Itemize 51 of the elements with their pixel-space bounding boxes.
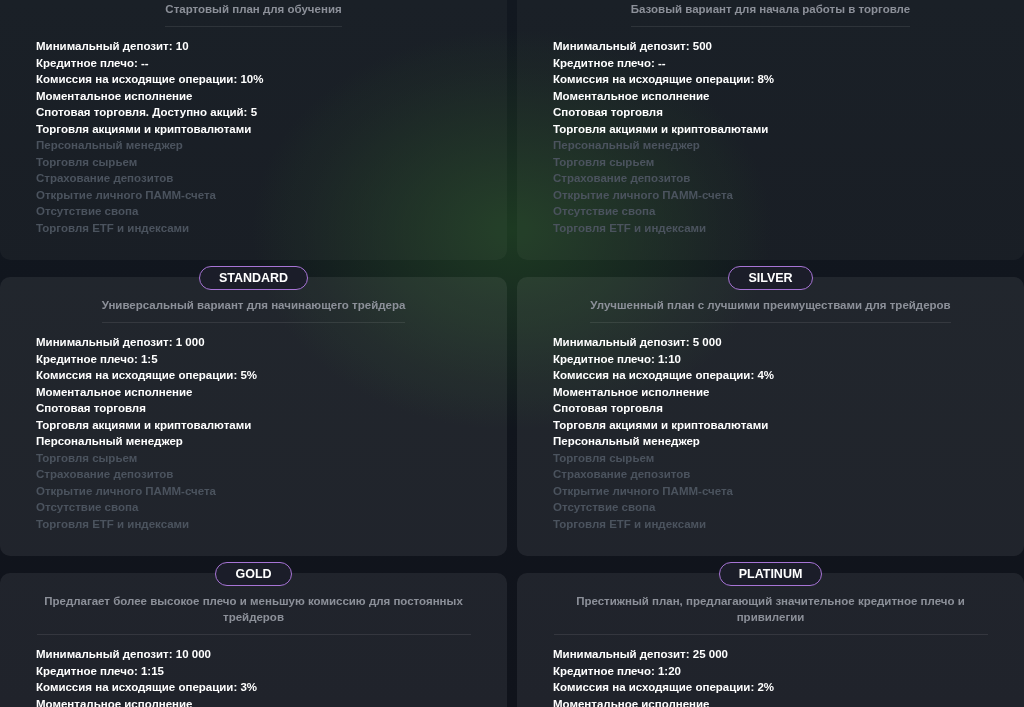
plan-feature: Торговля акциями и криптовалютами [553, 417, 770, 433]
plan-feature: Персональный менеджер [36, 138, 184, 153]
plan-feature: Минимальный депозит: 5 000 [553, 335, 723, 350]
plan-feature: Спотовая торговля [553, 401, 664, 416]
plan-feature: Персональный менеджер [553, 434, 701, 449]
plan-feature: Комиссия на исходящие операции: 2% [553, 680, 776, 695]
plan-feature: Моментальное исполнение [36, 696, 194, 707]
plan-description: Стартовый план для обучения [165, 2, 342, 17]
plan-feature: Торговля акциями и криптовалютами [36, 121, 253, 137]
plan-badge: STANDARD [198, 266, 309, 290]
plan-feature: Комиссия на исходящие операции: 8% [553, 72, 776, 87]
plan-feature: Минимальный депозит: 1 000 [36, 335, 206, 350]
plan-badge: SILVER [728, 266, 813, 290]
plan-feature: Торговля ETF и индексами [36, 220, 191, 236]
plan-feature: Открытие личного ПАММ-счета [36, 187, 217, 203]
plan-feature: Комиссия на исходящие операции: 3% [36, 680, 259, 695]
plan-feature: Персональный менеджер [36, 434, 184, 449]
plan-feature: Спотовая торговля [553, 105, 664, 120]
plan-feature: Торговля акциями и криптовалютами [553, 121, 770, 137]
plan-feature: Кредитное плечо: 1:10 [553, 351, 682, 367]
plan-badge: GOLD [215, 562, 292, 586]
plan-feature: Спотовая торговля [36, 401, 147, 416]
plan-feature: Моментальное исполнение [36, 384, 194, 400]
plan-feature: Кредитное плечо: -- [36, 55, 150, 71]
plan-feature: Кредитное плечо: 1:20 [553, 663, 682, 679]
plan-feature: Торговля сырьем [36, 154, 139, 170]
plan-feature: Страхование депозитов [36, 171, 175, 186]
plan-feature: Комиссия на исходящие операции: 5% [36, 368, 259, 383]
plan-feature: Минимальный депозит: 500 [553, 39, 713, 54]
plan-badge: PLATINUM [718, 562, 823, 586]
plan-feature: Моментальное исполнение [36, 88, 194, 104]
plan-feature: Спотовая торговля. Доступно акций: 5 [36, 105, 259, 120]
plan-feature: Кредитное плечо: 1:15 [36, 663, 165, 679]
plan-feature: Минимальный депозит: 10 [36, 39, 190, 54]
plan-description: Престижный план, предлагающий значительное кредитное плечо и привилегии [575, 594, 966, 625]
plan-description: Предлагает более высокое плечо и меньшую комиссию для постоянных трейдеров [43, 594, 464, 625]
plan-feature: Отсутствие свопа [36, 204, 140, 219]
plan-description: Базовый вариант для начала работы в торговле [630, 2, 911, 17]
plan-feature: Персональный менеджер [553, 138, 701, 153]
plan-feature: Моментальное исполнение [553, 384, 711, 400]
plan-feature: Торговля акциями и криптовалютами [36, 417, 253, 433]
plan-feature: Моментальное исполнение [553, 696, 711, 707]
plan-feature: Комиссия на исходящие операции: 4% [553, 368, 776, 383]
plan-feature: Минимальный депозит: 10 000 [36, 647, 212, 662]
plan-feature: Комиссия на исходящие операции: 10% [36, 72, 265, 87]
plan-description: Улучшенный план с лучшими преимуществами для трейдеров [590, 298, 951, 313]
plan-feature: Минимальный депозит: 25 000 [553, 647, 729, 662]
plan-feature: Кредитное плечо: 1:5 [36, 351, 159, 367]
plan-feature: Кредитное плечо: -- [553, 55, 667, 71]
plan-feature: Моментальное исполнение [553, 88, 711, 104]
plan-description: Универсальный вариант для начинающего трейдера [101, 298, 406, 313]
